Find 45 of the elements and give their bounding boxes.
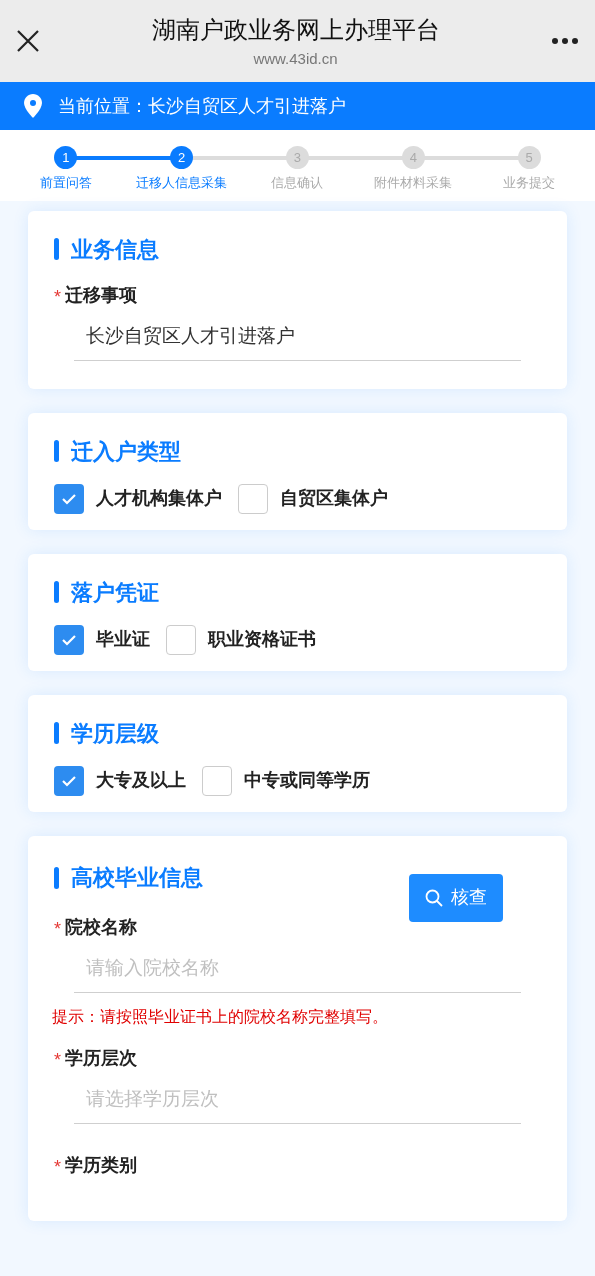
- location-pin-icon: [24, 94, 42, 118]
- section-title: 学历层级: [71, 719, 159, 748]
- title-accent: [54, 440, 59, 462]
- checkbox[interactable]: [166, 624, 196, 655]
- checkbox-option[interactable]: 人才机构集体户: [54, 483, 222, 514]
- window-title: 湖南户政业务网上办理平台: [151, 14, 440, 45]
- step-number: 1: [54, 146, 78, 169]
- field-label: 迁移事项: [65, 283, 137, 307]
- checkbox-option[interactable]: 职业资格证书: [166, 624, 316, 655]
- checkbox-option[interactable]: 毕业证: [54, 624, 150, 655]
- section-title: 高校毕业信息: [71, 864, 203, 892]
- checkbox[interactable]: [54, 483, 84, 514]
- step-label[interactable]: 前置问答: [39, 173, 92, 193]
- more-icon[interactable]: [551, 37, 579, 45]
- checkbox[interactable]: [238, 483, 268, 514]
- title-accent: [54, 238, 59, 260]
- field-label: 院校名称: [65, 915, 137, 939]
- section-title: 业务信息: [71, 235, 159, 264]
- checkbox-option[interactable]: 大专及以上: [54, 765, 186, 796]
- input-field[interactable]: 请输入院校名称: [74, 944, 521, 993]
- section-title: 迁入户类型: [71, 437, 181, 466]
- title-accent: [54, 866, 59, 889]
- section-title: 落户凭证: [71, 578, 159, 607]
- location-text: 当前位置：长沙自贸区人才引进落户: [58, 94, 346, 118]
- checkbox[interactable]: [54, 765, 84, 796]
- window-subtitle: www.43id.cn: [253, 48, 338, 69]
- hint-text: 提示：请按照毕业证书上的院校名称完整填写。: [52, 1006, 389, 1027]
- step-number: 2: [170, 146, 194, 169]
- required-mark: *: [54, 1051, 61, 1069]
- required-mark: *: [54, 288, 61, 306]
- checkbox[interactable]: [202, 765, 232, 796]
- required-mark: *: [54, 920, 61, 938]
- search-icon: [425, 888, 443, 907]
- step-label[interactable]: 迁移人信息采集: [136, 173, 228, 193]
- checkbox-option[interactable]: 中专或同等学历: [202, 765, 370, 796]
- input-field[interactable]: 请选择学历层次: [74, 1075, 521, 1124]
- close-icon[interactable]: [16, 29, 40, 53]
- required-mark: *: [54, 1158, 61, 1176]
- input-field[interactable]: 长沙自贸区人才引进落户: [74, 312, 521, 361]
- title-accent: [54, 581, 59, 603]
- field-label: 学历类别: [65, 1153, 137, 1177]
- checkbox-option[interactable]: 自贸区集体户: [238, 483, 388, 514]
- checkbox[interactable]: [54, 624, 84, 655]
- title-accent: [54, 722, 59, 744]
- field-label: 学历层次: [65, 1046, 137, 1070]
